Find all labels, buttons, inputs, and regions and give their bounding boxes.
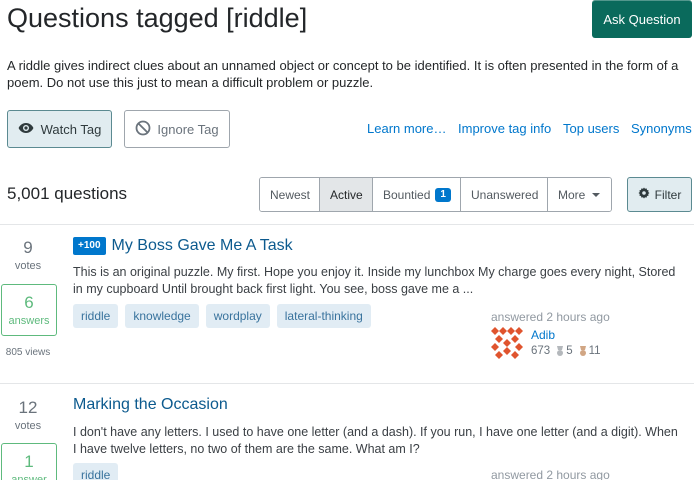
improve-tag-info-link[interactable]: Improve tag info <box>458 121 551 136</box>
tab-newest[interactable]: Newest <box>260 178 320 211</box>
silver-count: 5 <box>566 345 573 357</box>
tag-description: A riddle gives indirect clues about an u… <box>7 58 679 90</box>
user-details: Adib 673 5 11 <box>531 327 601 364</box>
tab-label: Bountied <box>383 187 431 202</box>
view-count: 805 views <box>5 347 51 358</box>
tag-list: riddle <box>73 463 119 480</box>
question-title-row: Marking the Occasion <box>73 396 228 414</box>
tab-label: Active <box>330 187 363 202</box>
tab-label: More <box>558 187 586 202</box>
sort-tabs: Newest Active Bountied 1 Unanswered More <box>259 177 612 212</box>
top-users-link[interactable]: Top users <box>563 121 619 136</box>
tag-list: riddle knowledge wordplay lateral-thinki… <box>73 304 371 328</box>
tab-unanswered[interactable]: Unanswered <box>461 178 548 211</box>
divider <box>0 224 694 225</box>
bronze-count: 11 <box>588 345 601 357</box>
avatar[interactable] <box>491 327 523 364</box>
reputation: 673 <box>531 345 551 357</box>
watch-tag-button[interactable]: Watch Tag <box>7 110 112 148</box>
vote-count: 12 votes <box>0 397 56 433</box>
watch-tag-label: Watch Tag <box>40 121 102 137</box>
gear-icon <box>638 187 650 202</box>
question-excerpt: This is an original puzzle. My first. Ho… <box>73 265 676 296</box>
question-excerpt: I don't have any letters. I used to have… <box>73 425 678 456</box>
tab-active[interactable]: Active <box>320 178 373 211</box>
synonyms-link[interactable]: Synonyms <box>631 121 692 136</box>
chevron-down-icon <box>592 192 601 197</box>
tag-riddle[interactable]: riddle <box>73 304 119 328</box>
question-count: 5,001 questions <box>7 184 128 203</box>
tag-wordplay[interactable]: wordplay <box>205 304 270 328</box>
ignore-tag-label: Ignore Tag <box>157 121 219 137</box>
bronze-badge-icon <box>579 345 586 356</box>
vote-number: 12 <box>18 398 38 417</box>
ask-question-button[interactable]: Ask Question <box>592 0 692 38</box>
tab-label: Unanswered <box>471 187 539 202</box>
tab-bountied[interactable]: Bountied 1 <box>373 178 461 211</box>
bounty-badge[interactable]: +100 <box>73 237 106 255</box>
activity-time[interactable]: answered 2 hours ago <box>491 468 610 480</box>
ignore-tag-button[interactable]: Ignore Tag <box>124 110 230 148</box>
vote-label: votes <box>14 260 42 272</box>
vote-count: 9 votes <box>0 237 56 273</box>
answer-label: answer <box>11 474 47 480</box>
bronze-badges: 11 <box>579 343 601 359</box>
user-name-link[interactable]: Adib <box>531 327 601 343</box>
tag-lateral-thinking[interactable]: lateral-thinking <box>276 304 371 328</box>
learn-more-link[interactable]: Learn more… <box>367 121 446 136</box>
vote-label: votes <box>14 420 42 432</box>
answer-label: answers <box>8 315 50 327</box>
tab-label: Newest <box>270 187 311 202</box>
filter-label: Filter <box>654 187 682 202</box>
answer-number: 6 <box>24 293 34 312</box>
question-title-row: +100 My Boss Gave Me A Task <box>73 237 293 255</box>
question-title-link[interactable]: My Boss Gave Me A Task <box>112 237 293 255</box>
answer-count: 1 answer <box>1 443 57 480</box>
tag-riddle[interactable]: riddle <box>73 463 119 480</box>
bounty-count-badge: 1 <box>435 187 451 202</box>
vote-number: 9 <box>23 238 33 257</box>
user-card: Adib 673 5 11 <box>491 327 601 364</box>
silver-badge-icon <box>557 345 564 356</box>
tab-more[interactable]: More <box>548 178 611 211</box>
activity-time[interactable]: answered 2 hours ago <box>491 310 610 324</box>
question-title-link[interactable]: Marking the Occasion <box>73 396 228 414</box>
answer-number: 1 <box>24 452 34 471</box>
page-title: Questions tagged [riddle] <box>7 3 308 33</box>
user-stats: 673 5 11 <box>531 343 601 359</box>
eye-icon <box>18 122 34 137</box>
answer-count: 6 answers <box>1 284 57 336</box>
tag-knowledge[interactable]: knowledge <box>125 304 199 328</box>
silver-badges: 5 <box>556 343 573 359</box>
ignore-icon <box>135 120 151 139</box>
divider <box>0 383 694 384</box>
filter-button[interactable]: Filter <box>627 177 692 212</box>
